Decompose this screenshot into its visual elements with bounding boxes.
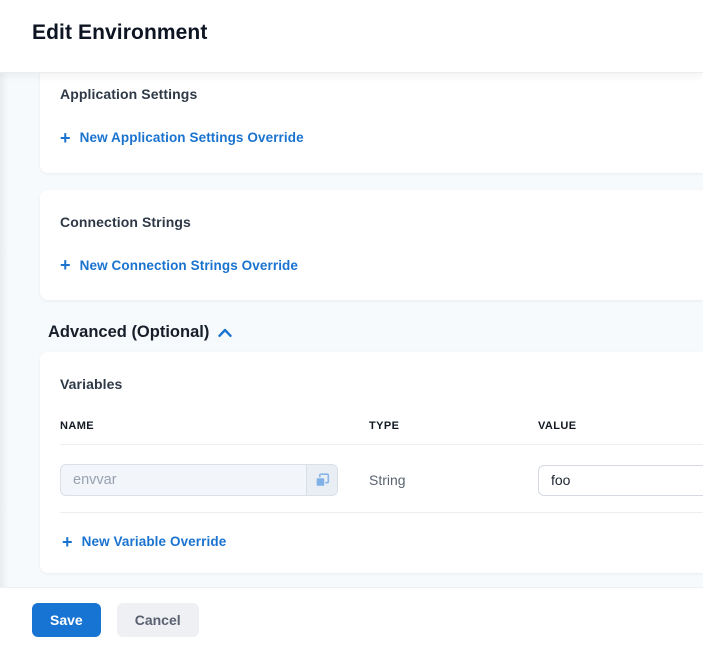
new-variable-override-link[interactable]: + New Variable Override bbox=[62, 534, 226, 549]
variable-value-cell bbox=[538, 465, 703, 496]
variable-add-row: + New Variable Override bbox=[60, 513, 703, 555]
plus-icon: + bbox=[62, 535, 73, 549]
connection-strings-title: Connection Strings bbox=[60, 214, 683, 230]
plus-icon: + bbox=[60, 258, 71, 272]
variable-name-input-group bbox=[60, 464, 338, 496]
link-label: New Variable Override bbox=[82, 534, 227, 549]
page-header: Edit Environment bbox=[0, 0, 703, 72]
page-title: Edit Environment bbox=[32, 21, 703, 45]
copy-icon bbox=[315, 473, 330, 488]
spacer bbox=[0, 173, 703, 190]
application-settings-title: Application Settings bbox=[60, 86, 683, 102]
variable-type-value: String bbox=[369, 472, 538, 488]
save-button[interactable]: Save bbox=[32, 603, 101, 637]
new-application-settings-override-link[interactable]: + New Application Settings Override bbox=[60, 130, 304, 145]
link-label: New Connection Strings Override bbox=[80, 258, 298, 273]
footer-action-bar: Save Cancel bbox=[0, 588, 703, 651]
new-connection-strings-override-link[interactable]: + New Connection Strings Override bbox=[60, 258, 298, 273]
variables-title: Variables bbox=[60, 376, 703, 392]
card-application-settings: Application Settings + New Application S… bbox=[40, 72, 703, 173]
variables-table-header: NAME TYPE VALUE bbox=[60, 420, 703, 445]
content-area: Application Settings + New Application S… bbox=[0, 72, 703, 588]
variable-row: String bbox=[60, 445, 703, 513]
advanced-section-title: Advanced (Optional) bbox=[48, 323, 209, 342]
variable-name-cell bbox=[60, 464, 369, 496]
copy-button[interactable] bbox=[306, 465, 337, 495]
variable-value-input[interactable] bbox=[538, 465, 703, 496]
column-header-type: TYPE bbox=[369, 420, 538, 432]
advanced-section-toggle[interactable]: Advanced (Optional) bbox=[48, 323, 232, 342]
chevron-up-icon bbox=[218, 328, 232, 338]
column-header-name: NAME bbox=[60, 420, 369, 432]
variable-name-input[interactable] bbox=[61, 465, 306, 495]
cancel-button[interactable]: Cancel bbox=[117, 603, 199, 637]
card-connection-strings: Connection Strings + New Connection Stri… bbox=[40, 190, 703, 301]
card-variables: Variables NAME TYPE VALUE bbox=[40, 352, 703, 573]
link-label: New Application Settings Override bbox=[80, 130, 304, 145]
plus-icon: + bbox=[60, 131, 71, 145]
column-header-value: VALUE bbox=[538, 420, 703, 432]
